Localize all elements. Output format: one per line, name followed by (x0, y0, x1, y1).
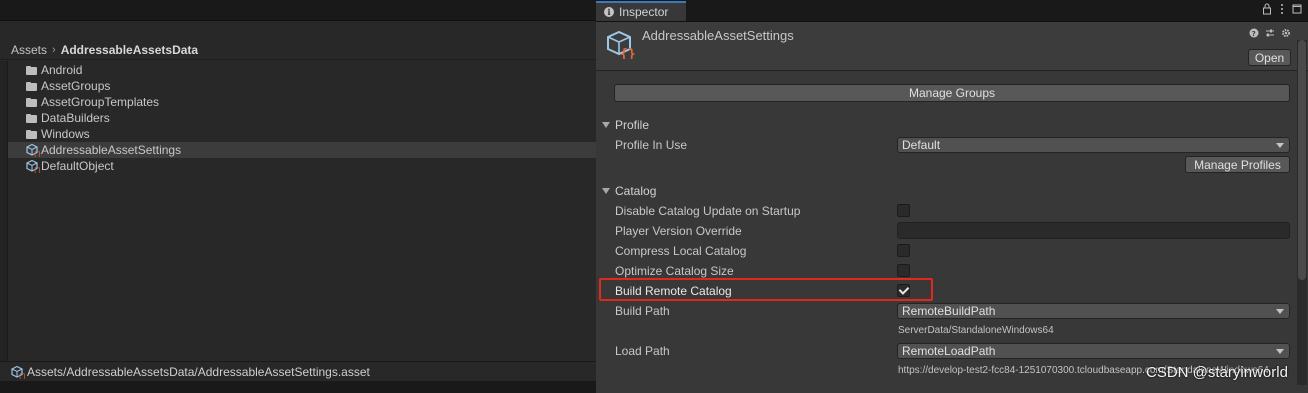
list-item-assetgroups[interactable]: AssetGroups (8, 78, 596, 94)
list-item-addressableassetsettings[interactable]: {} AddressableAssetSettings (8, 142, 596, 158)
list-item-android[interactable]: Android (8, 62, 596, 78)
load-path-dropdown[interactable]: RemoteLoadPath (897, 343, 1290, 359)
foldout-arrow-icon (602, 188, 610, 194)
chevron-down-icon (1276, 349, 1284, 354)
open-button[interactable]: Open (1248, 49, 1291, 66)
svg-text:?: ? (1252, 30, 1256, 38)
svg-text:{}: {} (33, 151, 40, 158)
project-panel: Assets › AddressableAssetsData Android A… (0, 0, 596, 393)
help-icon[interactable]: ? (1249, 28, 1259, 38)
player-version-override-field[interactable] (897, 222, 1290, 239)
optimize-catalog-size-checkbox[interactable] (897, 264, 910, 277)
list-item-assetgrouptemplates[interactable]: AssetGroupTemplates (8, 94, 596, 110)
svg-text:{}: {} (620, 47, 635, 59)
addressable-asset-icon: {} (11, 365, 25, 379)
optimize-catalog-size-label: Optimize Catalog Size (615, 264, 734, 278)
selected-asset-path-bar: {} Assets/AddressableAssetsData/Addressa… (0, 361, 596, 381)
folder-icon (25, 113, 39, 123)
watermark: CSDN @staryinworld (1146, 364, 1288, 381)
folder-tree-gutter (0, 61, 8, 361)
addressable-asset-icon: {} (26, 143, 40, 158)
profile-in-use-value: Default (902, 138, 941, 152)
folder-icon (25, 65, 39, 75)
load-path-value: RemoteLoadPath (902, 344, 996, 358)
breadcrumb-current[interactable]: AddressableAssetsData (61, 43, 198, 57)
list-item-label: DefaultObject (41, 159, 114, 173)
list-item-label: Windows (41, 127, 90, 141)
compress-local-catalog-label: Compress Local Catalog (615, 244, 747, 258)
build-path-dropdown[interactable]: RemoteBuildPath (897, 303, 1290, 319)
build-path-label: Build Path (615, 304, 670, 318)
list-item-defaultobject[interactable]: {} DefaultObject (8, 158, 596, 174)
window-controls (1262, 3, 1302, 15)
list-item-label: Android (41, 63, 83, 77)
addressable-asset-settings-icon: {} (607, 30, 635, 59)
selected-asset-path: Assets/AddressableAssetsData/Addressable… (27, 364, 370, 379)
asset-title: AddressableAssetSettings (642, 28, 794, 43)
maximize-icon[interactable] (1292, 3, 1302, 15)
profile-in-use-dropdown[interactable]: Default (897, 137, 1290, 153)
manage-profiles-button[interactable]: Manage Profiles (1185, 156, 1290, 173)
folder-icon (25, 129, 39, 139)
tab-inspector[interactable]: i Inspector (596, 1, 686, 21)
profile-section-header[interactable]: Profile (602, 118, 649, 132)
header-icons: ? (1249, 28, 1291, 38)
list-item-label: AssetGroupTemplates (41, 95, 160, 109)
catalog-section-header[interactable]: Catalog (602, 184, 656, 198)
addressable-asset-icon: {} (26, 159, 40, 174)
build-path-resolved: ServerData/StandaloneWindows64 (898, 325, 1054, 336)
foldout-arrow-icon (602, 122, 610, 128)
list-item-label: AddressableAssetSettings (41, 143, 182, 157)
bottom-strip (0, 381, 596, 393)
preset-icon[interactable] (1265, 28, 1275, 38)
svg-text:{}: {} (18, 372, 25, 379)
inspector-tab-bar: i Inspector (596, 0, 1308, 22)
inspector-scrollbar[interactable] (1297, 40, 1307, 385)
catalog-section-label: Catalog (615, 184, 657, 198)
gear-icon[interactable] (1281, 28, 1291, 38)
compress-local-catalog-checkbox[interactable] (897, 244, 910, 257)
project-tab-strip (0, 0, 596, 21)
svg-text:{}: {} (33, 167, 40, 174)
profile-section-label: Profile (615, 118, 650, 132)
scrollbar-thumb[interactable] (1298, 40, 1306, 280)
lock-icon[interactable] (1262, 3, 1272, 15)
inspector-header: {} AddressableAssetSettings ? Open (596, 22, 1308, 71)
breadcrumb: Assets › AddressableAssetsData (0, 40, 596, 60)
list-item-label: AssetGroups (41, 79, 111, 93)
asset-list: Android AssetGroups AssetGroupTemplates … (8, 62, 596, 174)
disable-catalog-update-label: Disable Catalog Update on Startup (615, 204, 801, 218)
list-item-label: DataBuilders (41, 111, 110, 125)
breadcrumb-separator: › (52, 43, 56, 56)
disable-catalog-update-checkbox[interactable] (897, 204, 910, 217)
inspector-panel: i Inspector {} AddressableAssetSettings … (596, 0, 1308, 393)
chevron-down-icon (1276, 143, 1284, 148)
breadcrumb-assets[interactable]: Assets (11, 43, 47, 57)
list-item-databuilders[interactable]: DataBuilders (8, 110, 596, 126)
folder-icon (25, 97, 39, 107)
chevron-down-icon (1276, 309, 1284, 314)
project-toolbar (0, 21, 596, 41)
highlight-box (599, 278, 933, 301)
player-version-override-label: Player Version Override (615, 224, 742, 238)
tab-inspector-label: Inspector (619, 5, 669, 19)
info-icon: i (604, 7, 614, 17)
build-path-value: RemoteBuildPath (902, 304, 996, 318)
folder-icon (25, 81, 39, 91)
kebab-menu-icon[interactable] (1280, 3, 1284, 15)
manage-groups-button[interactable]: Manage Groups (614, 84, 1290, 102)
list-item-windows[interactable]: Windows (8, 126, 596, 142)
profile-in-use-label: Profile In Use (615, 138, 688, 152)
load-path-label: Load Path (615, 344, 670, 358)
